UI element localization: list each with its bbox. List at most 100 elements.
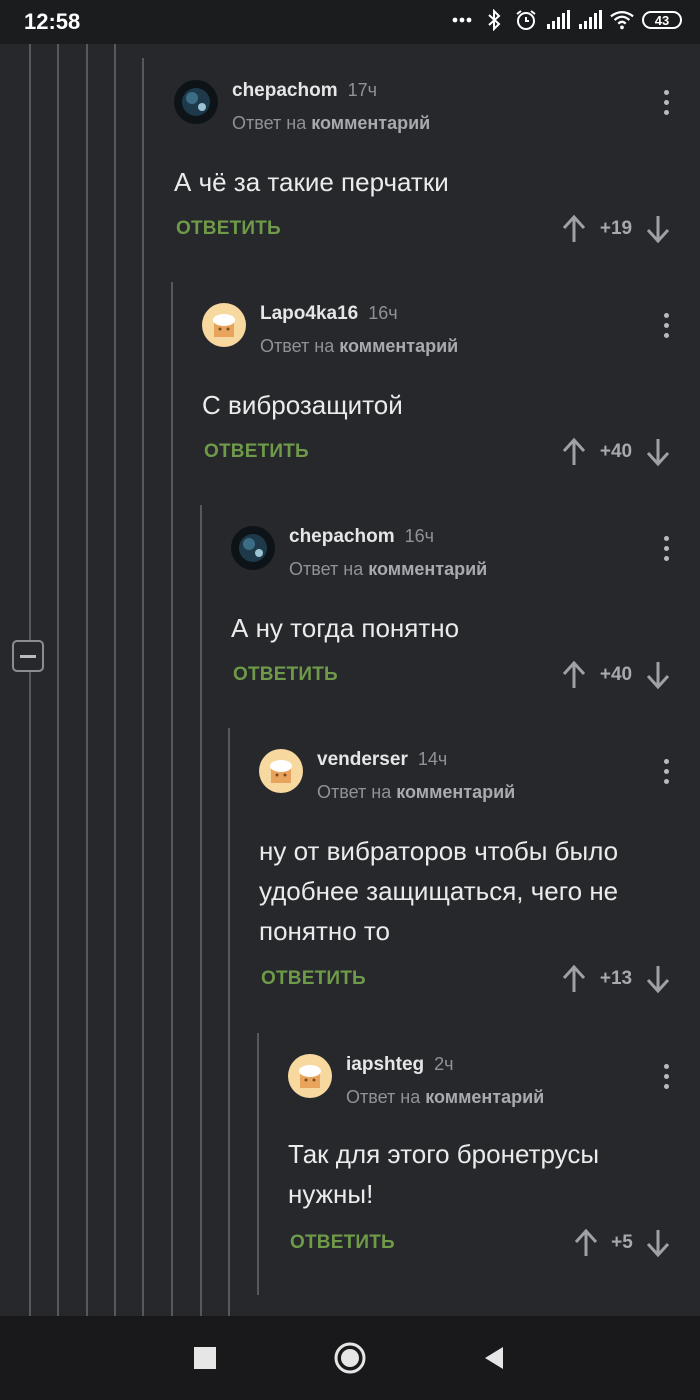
comment-line: нужны! <box>288 1179 374 1209</box>
bluetooth-icon <box>482 8 506 32</box>
reply-to[interactable]: Ответ на комментарий <box>260 336 458 357</box>
vote-score: +5 <box>611 1232 633 1253</box>
reply-target-link[interactable]: комментарий <box>396 782 515 802</box>
avatar[interactable] <box>288 1054 332 1098</box>
author-name[interactable]: chepachom <box>289 526 395 547</box>
comment-text: А чё за такие перчатки <box>174 162 449 202</box>
downvote-icon[interactable] <box>644 437 672 467</box>
upvote-icon[interactable] <box>560 660 588 690</box>
vote-controls: +19 <box>560 214 672 244</box>
thread-line[interactable] <box>228 728 230 1316</box>
dots-icon <box>450 8 474 32</box>
wifi-icon <box>610 8 634 32</box>
comment-line: С виброзащитой <box>202 390 403 420</box>
reply-to[interactable]: Ответ на комментарий <box>289 559 487 580</box>
comment-line: А чё за такие перчатки <box>174 167 449 197</box>
comment-time: 2ч <box>434 1054 454 1074</box>
avatar[interactable] <box>202 303 246 347</box>
thread-line[interactable] <box>200 505 202 1316</box>
thread-line[interactable] <box>86 44 88 1316</box>
author-name[interactable]: Lapo4ka16 <box>260 303 358 324</box>
vote-score: +13 <box>599 968 633 989</box>
kebab-icon[interactable] <box>662 90 670 118</box>
reply-to[interactable]: Ответ на комментарий <box>317 782 515 803</box>
battery-icon: 43 <box>642 11 682 29</box>
avatar[interactable] <box>259 749 303 793</box>
reply-prefix: Ответ на <box>346 1087 421 1107</box>
username[interactable]: Lapo4ka16 16ч <box>260 303 398 325</box>
collapse-icon <box>20 654 36 658</box>
kebab-icon[interactable] <box>662 313 670 341</box>
upvote-icon[interactable] <box>560 437 588 467</box>
comment: chepachom 17ч Ответ на комментарий А чё з… <box>174 80 670 250</box>
alarm-icon <box>514 8 538 32</box>
username[interactable]: venderser 14ч <box>317 749 447 771</box>
comment-line: Так для этого бронетрусы <box>288 1139 600 1169</box>
comment: Lapo4ka16 16ч Ответ на комментарий С вибр… <box>202 303 670 473</box>
comment-time: 14ч <box>417 749 448 769</box>
comment: iapshteg 2ч Ответ на комментарий Так для … <box>288 1054 670 1264</box>
author-name[interactable]: venderser <box>317 749 408 770</box>
reply-button[interactable]: ОТВЕТИТЬ <box>204 441 309 463</box>
downvote-icon[interactable] <box>644 660 672 690</box>
kebab-icon[interactable] <box>662 536 670 564</box>
collapse-button[interactable] <box>12 640 44 672</box>
vote-score: +40 <box>599 664 633 685</box>
author-name[interactable]: chepachom <box>232 80 338 101</box>
vote-score: +19 <box>599 218 633 239</box>
avatar[interactable] <box>174 80 218 124</box>
reply-button[interactable]: ОТВЕТИТЬ <box>233 664 338 686</box>
upvote-icon[interactable] <box>560 964 588 994</box>
status-bar: 12:58 43 <box>0 0 700 44</box>
reply-target-link[interactable]: комментарий <box>425 1087 544 1107</box>
comment-text: Так для этого бронетрусы нужны! <box>288 1134 599 1214</box>
comment-time: 17ч <box>347 80 377 100</box>
username[interactable]: iapshteg 2ч <box>346 1054 454 1076</box>
thread-line[interactable] <box>29 44 31 1316</box>
comment-text: С виброзащитой <box>202 385 403 425</box>
vote-controls: +40 <box>560 660 672 690</box>
downvote-icon[interactable] <box>644 214 672 244</box>
home-button[interactable] <box>332 1340 368 1376</box>
comment-line: удобнее защищаться, чего не <box>259 876 619 906</box>
avatar[interactable] <box>231 526 275 570</box>
comment-text: ну от вибраторов чтобы было удобнее защи… <box>259 831 618 951</box>
downvote-icon[interactable] <box>644 964 672 994</box>
thread-line[interactable] <box>57 44 59 1316</box>
back-button[interactable] <box>476 1340 512 1376</box>
reply-to[interactable]: Ответ на комментарий <box>232 113 430 134</box>
reply-button[interactable]: ОТВЕТИТЬ <box>176 218 281 240</box>
upvote-icon[interactable] <box>560 214 588 244</box>
reply-prefix: Ответ на <box>289 559 364 579</box>
kebab-icon[interactable] <box>662 759 670 787</box>
recents-button[interactable] <box>187 1340 223 1376</box>
comment-line: А ну тогда понятно <box>231 613 460 643</box>
reply-target-link[interactable]: комментарий <box>368 559 487 579</box>
reply-target-link[interactable]: комментарий <box>311 113 430 133</box>
reply-target-link[interactable]: комментарий <box>339 336 458 356</box>
upvote-icon[interactable] <box>572 1228 600 1258</box>
thread-line[interactable] <box>114 44 116 1316</box>
signal-icon <box>546 8 570 32</box>
downvote-icon[interactable] <box>644 1228 672 1258</box>
reply-button[interactable]: ОТВЕТИТЬ <box>261 968 366 990</box>
signal-icon-2 <box>578 8 602 32</box>
reply-prefix: Ответ на <box>317 782 392 802</box>
reply-to[interactable]: Ответ на комментарий <box>346 1087 544 1108</box>
status-time: 12:58 <box>24 9 81 34</box>
thread-line[interactable] <box>142 58 144 1330</box>
comment: venderser 14ч Ответ на комментарий ну от … <box>259 749 670 999</box>
stop-icon <box>194 1347 216 1369</box>
kebab-icon[interactable] <box>662 1064 670 1092</box>
thread-line[interactable] <box>257 1033 259 1295</box>
thread-line[interactable] <box>171 282 173 1316</box>
author-name[interactable]: iapshteg <box>346 1054 424 1075</box>
comment-text: А ну тогда понятно <box>231 608 459 648</box>
vote-controls: +13 <box>560 964 672 994</box>
back-icon <box>485 1347 503 1369</box>
username[interactable]: chepachom 17ч <box>232 80 377 102</box>
reply-button[interactable]: ОТВЕТИТЬ <box>290 1232 395 1254</box>
reply-prefix: Ответ на <box>260 336 335 356</box>
username[interactable]: chepachom 16ч <box>289 526 434 548</box>
comment-time: 16ч <box>404 526 434 546</box>
